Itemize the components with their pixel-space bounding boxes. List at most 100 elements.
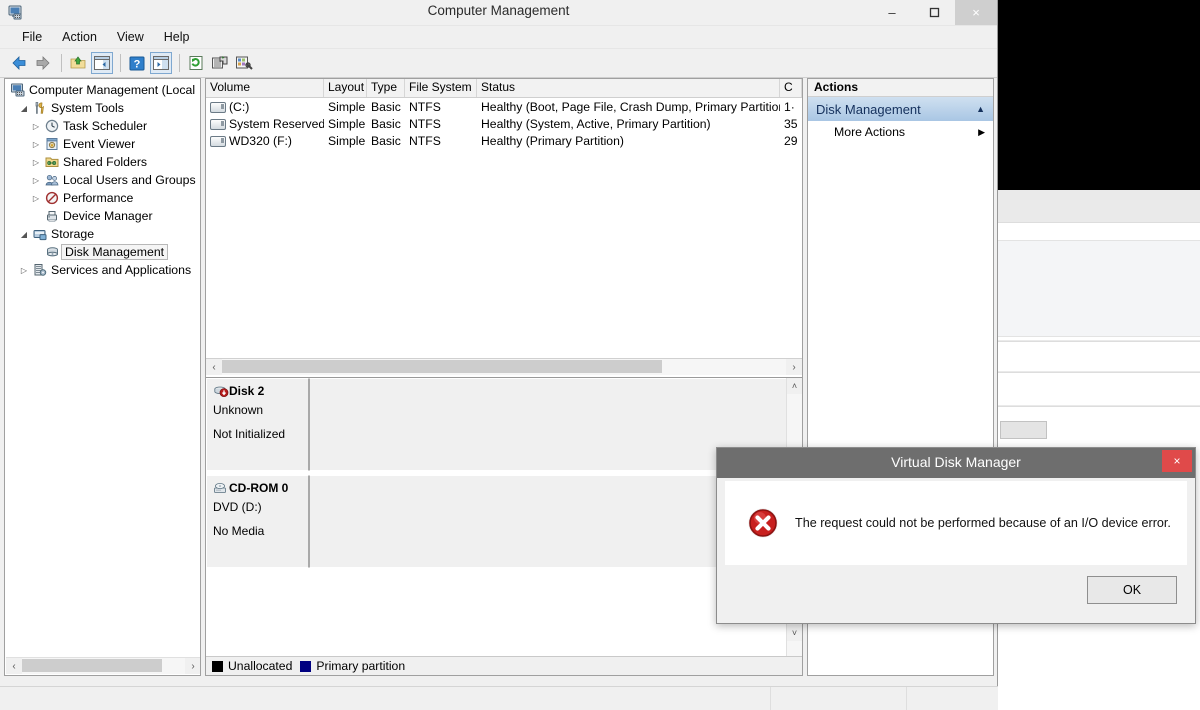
- tree-item-label: Disk Management: [61, 244, 169, 260]
- tree-horizontal-scrollbar[interactable]: ‹ ›: [6, 657, 200, 674]
- chevron-collapsed-icon[interactable]: ▷: [29, 176, 43, 185]
- column-header-layout[interactable]: Layout: [324, 79, 367, 97]
- minimize-button[interactable]: –: [871, 0, 913, 25]
- tree-item-task-scheduler[interactable]: ▷ Task Scheduler: [5, 117, 200, 135]
- status-bar: [0, 686, 998, 710]
- tree-item-shared-folders[interactable]: ▷ Shared Folders: [5, 153, 200, 171]
- properties-icon[interactable]: [233, 52, 255, 74]
- cell-status: Healthy (System, Active, Primary Partiti…: [481, 116, 711, 131]
- table-row[interactable]: (C:) Simple Basic NTFS Healthy (Boot, Pa…: [206, 98, 802, 115]
- refresh-icon[interactable]: [185, 52, 207, 74]
- menu-help[interactable]: Help: [154, 28, 200, 46]
- chevron-collapsed-icon[interactable]: ▷: [29, 140, 43, 149]
- actions-pane-header: Actions: [808, 79, 993, 97]
- scroll-left-arrow-icon[interactable]: ‹: [6, 658, 22, 674]
- column-header-volume[interactable]: Volume: [206, 79, 324, 97]
- drive-icon: [210, 135, 226, 147]
- event-viewer-icon: [43, 137, 61, 151]
- legend-swatch: [300, 660, 312, 672]
- tree-item-system-tools[interactable]: ◢ System Tools: [5, 99, 200, 117]
- chevron-expanded-icon[interactable]: ◢: [17, 230, 31, 239]
- cell-file-system: NTFS: [409, 133, 441, 148]
- show-hide-action-pane-icon[interactable]: [150, 52, 172, 74]
- tree-item-label: Performance: [63, 191, 134, 205]
- chevron-collapsed-icon[interactable]: ▷: [29, 194, 43, 203]
- column-header-type[interactable]: Type: [367, 79, 405, 97]
- disk-info-cdrom-0[interactable]: CD-ROM 0 DVD (D:) No Media: [206, 475, 309, 568]
- scroll-thumb[interactable]: [222, 360, 662, 373]
- scroll-left-arrow-icon[interactable]: ‹: [206, 359, 222, 375]
- actions-item-label: More Actions: [834, 125, 906, 139]
- cdrom-icon: [213, 481, 229, 499]
- menu-view[interactable]: View: [107, 28, 154, 46]
- menu-file[interactable]: File: [12, 28, 52, 46]
- toolbar-separator-2: [120, 54, 121, 72]
- actions-group-disk-management[interactable]: Disk Management ▲: [808, 97, 993, 121]
- tree-item-label: Local Users and Groups: [63, 173, 196, 187]
- tree-item-performance[interactable]: ▷ Performance: [5, 189, 200, 207]
- tree-item-event-viewer[interactable]: ▷ Event Viewer: [5, 135, 200, 153]
- chevron-collapsed-icon[interactable]: ▷: [29, 122, 43, 131]
- show-hide-console-tree-icon[interactable]: [91, 52, 113, 74]
- tree-item-device-manager[interactable]: Device Manager: [5, 207, 200, 225]
- volume-list-header: Volume Layout Type File System Status C: [206, 79, 802, 98]
- scroll-down-arrow-icon[interactable]: ˅: [787, 625, 802, 641]
- chevron-up-icon[interactable]: ▲: [976, 104, 985, 114]
- services-icon: [31, 263, 49, 277]
- chevron-collapsed-icon[interactable]: ▷: [29, 158, 43, 167]
- tree-item-local-users-and-groups[interactable]: ▷ Local Users and Groups: [5, 171, 200, 189]
- disk-row[interactable]: CD-ROM 0 DVD (D:) No Media: [206, 475, 787, 568]
- scroll-right-arrow-icon[interactable]: ›: [786, 359, 802, 375]
- disk-info-disk-2[interactable]: Disk 2 Unknown Not Initialized: [206, 378, 309, 471]
- up-one-level-icon[interactable]: [67, 52, 89, 74]
- storage-icon: [31, 227, 49, 241]
- actions-item-more-actions[interactable]: More Actions ▶: [808, 121, 993, 143]
- table-row[interactable]: WD320 (F:) Simple Basic NTFS Healthy (Pr…: [206, 132, 802, 149]
- cell-status: Healthy (Primary Partition): [481, 133, 624, 148]
- status-segment-1: [0, 687, 772, 710]
- dialog-close-button[interactable]: ×: [1162, 450, 1192, 472]
- close-button[interactable]: ×: [955, 0, 997, 25]
- tree-item-disk-management[interactable]: Disk Management: [5, 243, 200, 261]
- maximize-button[interactable]: [913, 0, 955, 25]
- background-divider-2: [998, 371, 1200, 373]
- scroll-track[interactable]: [222, 359, 786, 375]
- disk-row[interactable]: Disk 2 Unknown Not Initialized: [206, 378, 787, 471]
- chevron-right-icon[interactable]: ▶: [978, 127, 985, 138]
- ok-button[interactable]: OK: [1087, 576, 1177, 604]
- legend-item-unallocated: Unallocated: [212, 659, 292, 673]
- tree-item-label: Computer Management (Local: [29, 83, 196, 97]
- chevron-expanded-icon[interactable]: ◢: [17, 104, 31, 113]
- dialog-message: The request could not be performed becau…: [795, 516, 1171, 530]
- column-header-capacity[interactable]: C: [780, 79, 802, 97]
- forward-icon[interactable]: [32, 52, 54, 74]
- back-icon[interactable]: [8, 52, 30, 74]
- clock-icon: [43, 119, 61, 133]
- cell-type: Basic: [371, 116, 401, 131]
- chevron-collapsed-icon[interactable]: ▷: [17, 266, 31, 275]
- disk-error-icon: [213, 384, 229, 402]
- device-manager-icon: [43, 209, 61, 223]
- tree-item-storage[interactable]: ◢ Storage: [5, 225, 200, 243]
- scroll-track[interactable]: [22, 658, 185, 674]
- table-row[interactable]: System Reserved Simple Basic NTFS Health…: [206, 115, 802, 132]
- column-header-file-system[interactable]: File System: [405, 79, 477, 97]
- help-icon[interactable]: ?: [126, 52, 148, 74]
- tree-item-services-and-applications[interactable]: ▷ Services and Applications: [5, 261, 200, 279]
- background-button: [1000, 421, 1047, 439]
- partition-legend: Unallocated Primary partition: [206, 656, 802, 675]
- scroll-up-arrow-icon[interactable]: ˄: [787, 378, 802, 394]
- volume-list-horizontal-scrollbar[interactable]: ‹ ›: [206, 358, 802, 375]
- disk-type: Unknown: [213, 403, 264, 417]
- computer-icon: [9, 83, 27, 97]
- scroll-thumb[interactable]: [22, 659, 162, 672]
- scroll-right-arrow-icon[interactable]: ›: [185, 658, 200, 674]
- export-list-icon[interactable]: [209, 52, 231, 74]
- column-header-status[interactable]: Status: [477, 79, 780, 97]
- tree-item-label: Storage: [51, 227, 95, 241]
- cell-volume: (C:): [229, 99, 250, 114]
- window-title: Computer Management: [427, 3, 570, 18]
- cell-volume: System Reserved: [229, 116, 324, 131]
- menu-action[interactable]: Action: [52, 28, 107, 46]
- tree-item-computer-management[interactable]: Computer Management (Local: [5, 81, 200, 99]
